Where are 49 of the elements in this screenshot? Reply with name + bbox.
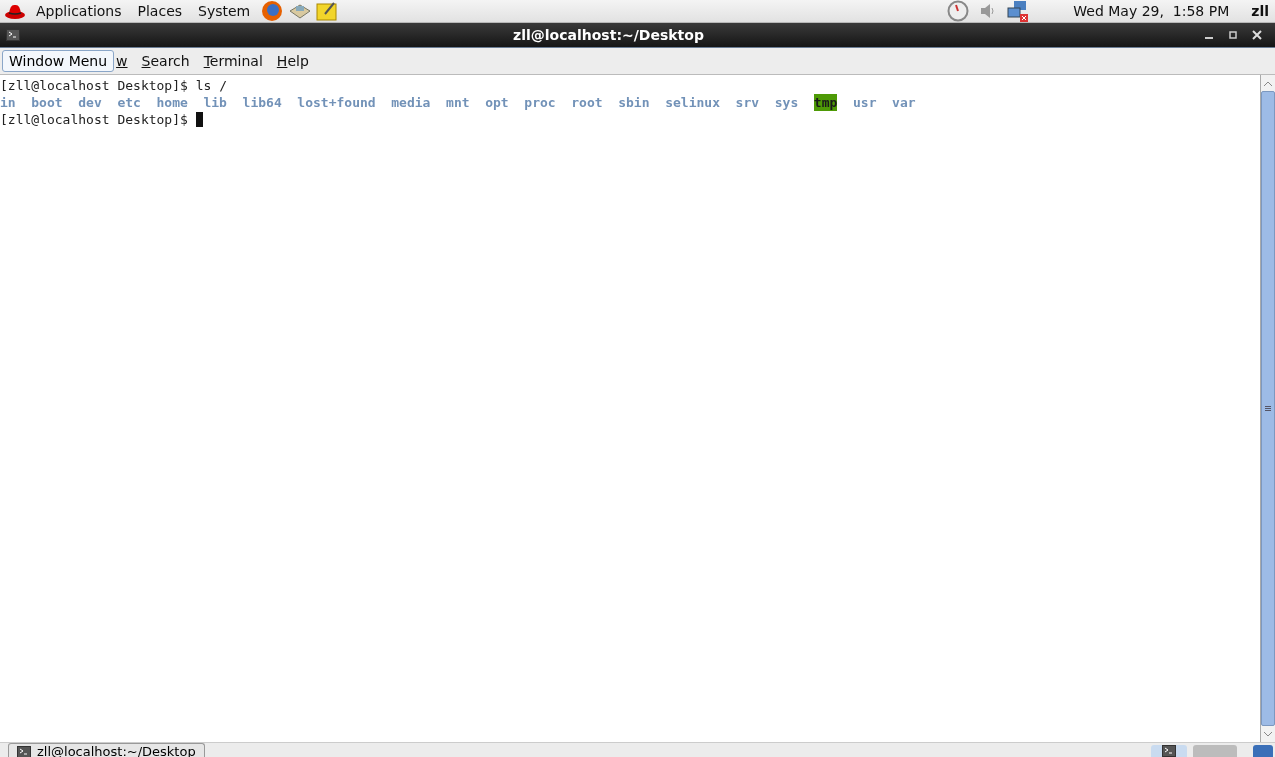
directory-name: boot [31, 94, 63, 111]
shell-prompt: [zll@localhost Desktop]$ [0, 77, 188, 94]
panel-user-name[interactable]: zll [1251, 3, 1269, 19]
workspace-switcher[interactable] [1193, 745, 1237, 757]
hat-logo-icon[interactable] [4, 2, 26, 20]
directory-name: srv [735, 94, 760, 111]
gauge-icon[interactable] [947, 0, 970, 22]
scroll-up-icon[interactable] [1264, 80, 1272, 86]
menu-item[interactable]: Terminal [203, 53, 263, 69]
directory-name: sbin [618, 94, 650, 111]
directory-name: mnt [446, 94, 470, 111]
directory-name: in [0, 94, 16, 111]
window-title: zll@localhost:~/Desktop [512, 27, 705, 43]
directory-name: proc [524, 94, 556, 111]
terminal-icon [1162, 745, 1176, 757]
terminal-icon [17, 745, 31, 757]
network-computers-icon[interactable] [1007, 0, 1030, 22]
directory-name: selinux [665, 94, 720, 111]
tooltip: Window Menu [2, 50, 115, 72]
terminal-icon[interactable] [6, 29, 20, 41]
panel-menu[interactable]: Applications [30, 3, 128, 19]
scroll-down-icon[interactable] [1264, 731, 1272, 737]
directory-name: sys [774, 94, 799, 111]
workspace-switcher[interactable] [1151, 745, 1187, 757]
directory-name: dev [78, 94, 102, 111]
directory-name: lib [203, 94, 227, 111]
directory-name: opt [485, 94, 509, 111]
maximize-icon [1229, 31, 1237, 39]
directory-name: home [156, 94, 188, 111]
shell-prompt: [zll@localhost Desktop]$ [0, 111, 188, 128]
panel-menu[interactable]: System [192, 3, 257, 19]
shell-command: ls / [195, 77, 227, 94]
directory-name: etc [117, 94, 141, 111]
notepad-pencil-icon[interactable] [316, 1, 339, 21]
menu-item[interactable]: w [116, 53, 128, 69]
browser-globe-icon[interactable] [260, 0, 285, 22]
menu-item[interactable]: Search [141, 53, 190, 69]
directory-name: tmp [813, 94, 838, 111]
panel-menu[interactable]: Places [131, 3, 189, 19]
menu-item[interactable]: Help [276, 53, 309, 69]
directory-name: lib64 [242, 94, 282, 111]
directory-name: root [571, 94, 603, 111]
directory-name: var [892, 94, 916, 111]
directory-name: usr [853, 94, 877, 111]
directory-name: lost+found [297, 94, 376, 111]
panel-clock[interactable]: Wed May 29, 1:58 PM [1073, 3, 1230, 19]
grip-icon [1265, 406, 1271, 411]
directory-name: media [391, 94, 431, 111]
close-icon [1252, 30, 1262, 40]
